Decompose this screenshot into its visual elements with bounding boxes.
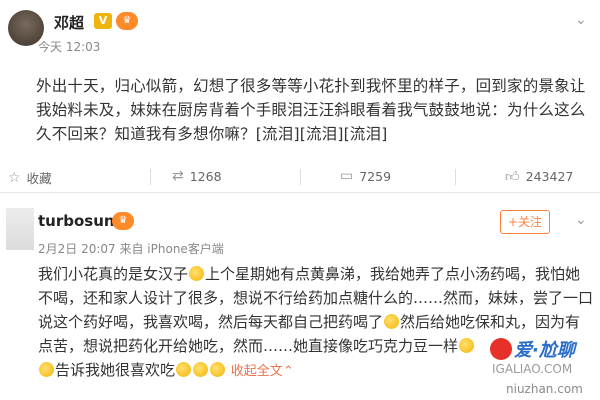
crown-icon: ♛ — [116, 12, 138, 30]
emoji-icon — [39, 362, 54, 377]
repost-count: 1268 — [189, 168, 222, 184]
follow-button[interactable]: +关注 — [500, 210, 550, 234]
emoji-icon — [459, 338, 475, 353]
chevron-down-icon[interactable]: ⌄ — [575, 212, 587, 228]
watermark-url: niuzhan.com — [506, 382, 583, 396]
avatar[interactable] — [6, 208, 34, 250]
watermark-site: IGALIAO.COM — [492, 362, 573, 376]
emoji-icon — [384, 314, 400, 329]
emoji-icon — [193, 362, 209, 377]
comment-icon: ▭ — [340, 168, 354, 184]
collapse-arrow-icon[interactable]: ⌃ — [283, 364, 294, 379]
emoji-icon — [176, 362, 192, 377]
repost-button[interactable]: ⇄ 1268 — [172, 168, 222, 184]
favorite-label: 收藏 — [26, 171, 52, 186]
repost-icon: ⇄ — [172, 168, 184, 184]
comment-count: 7259 — [359, 168, 392, 184]
star-icon: ☆ — [8, 169, 21, 186]
content-part: 我们小花真的是女汉子 — [38, 265, 189, 283]
comment-button[interactable]: ▭ 7259 — [340, 168, 391, 184]
divider — [455, 169, 456, 185]
watermark: 爱·尬聊 IGALIAO.COM niuzhan.com — [484, 334, 600, 400]
weibo-post: 邓超 V ♛ 今天 12:03 ⌄ 外出十天，归心似箭，幻想了很多等等小花扑到我… — [0, 0, 600, 193]
verified-badge-icon: V — [94, 13, 112, 29]
username[interactable]: turbosun — [38, 212, 115, 230]
divider — [150, 169, 151, 185]
like-count: 243427 — [525, 169, 574, 184]
favorite-button[interactable]: ☆ 收藏 — [8, 168, 52, 187]
post-time[interactable]: 2月2日 20:07 来自 iPhone客户端 — [38, 240, 224, 257]
watermark-brand: 爱·尬聊 — [514, 340, 575, 361]
collapse-link[interactable]: 收起全文 — [231, 364, 283, 379]
post-content: 外出十天，归心似箭，幻想了很多等等小花扑到我怀里的样子，回到家的景象让我始料未及… — [36, 77, 586, 143]
like-button[interactable]: 👍︎ 243427 — [505, 168, 573, 185]
action-bar: ☆ 收藏 ⇄ 1268 ▭ 7259 👍︎ 243427 — [0, 165, 600, 191]
logo-icon — [490, 338, 512, 360]
post-time[interactable]: 今天 12:03 — [38, 38, 100, 55]
thumbs-up-icon: 👍︎ — [505, 169, 520, 185]
emoji-icon — [210, 362, 226, 377]
divider — [300, 169, 301, 185]
username[interactable]: 邓超 — [54, 12, 84, 33]
emoji-icon — [189, 266, 205, 281]
chevron-down-icon[interactable]: ⌄ — [575, 12, 587, 28]
content-part: 告诉我她很喜欢吃 — [55, 361, 176, 379]
crown-icon: ♛ — [112, 212, 134, 230]
